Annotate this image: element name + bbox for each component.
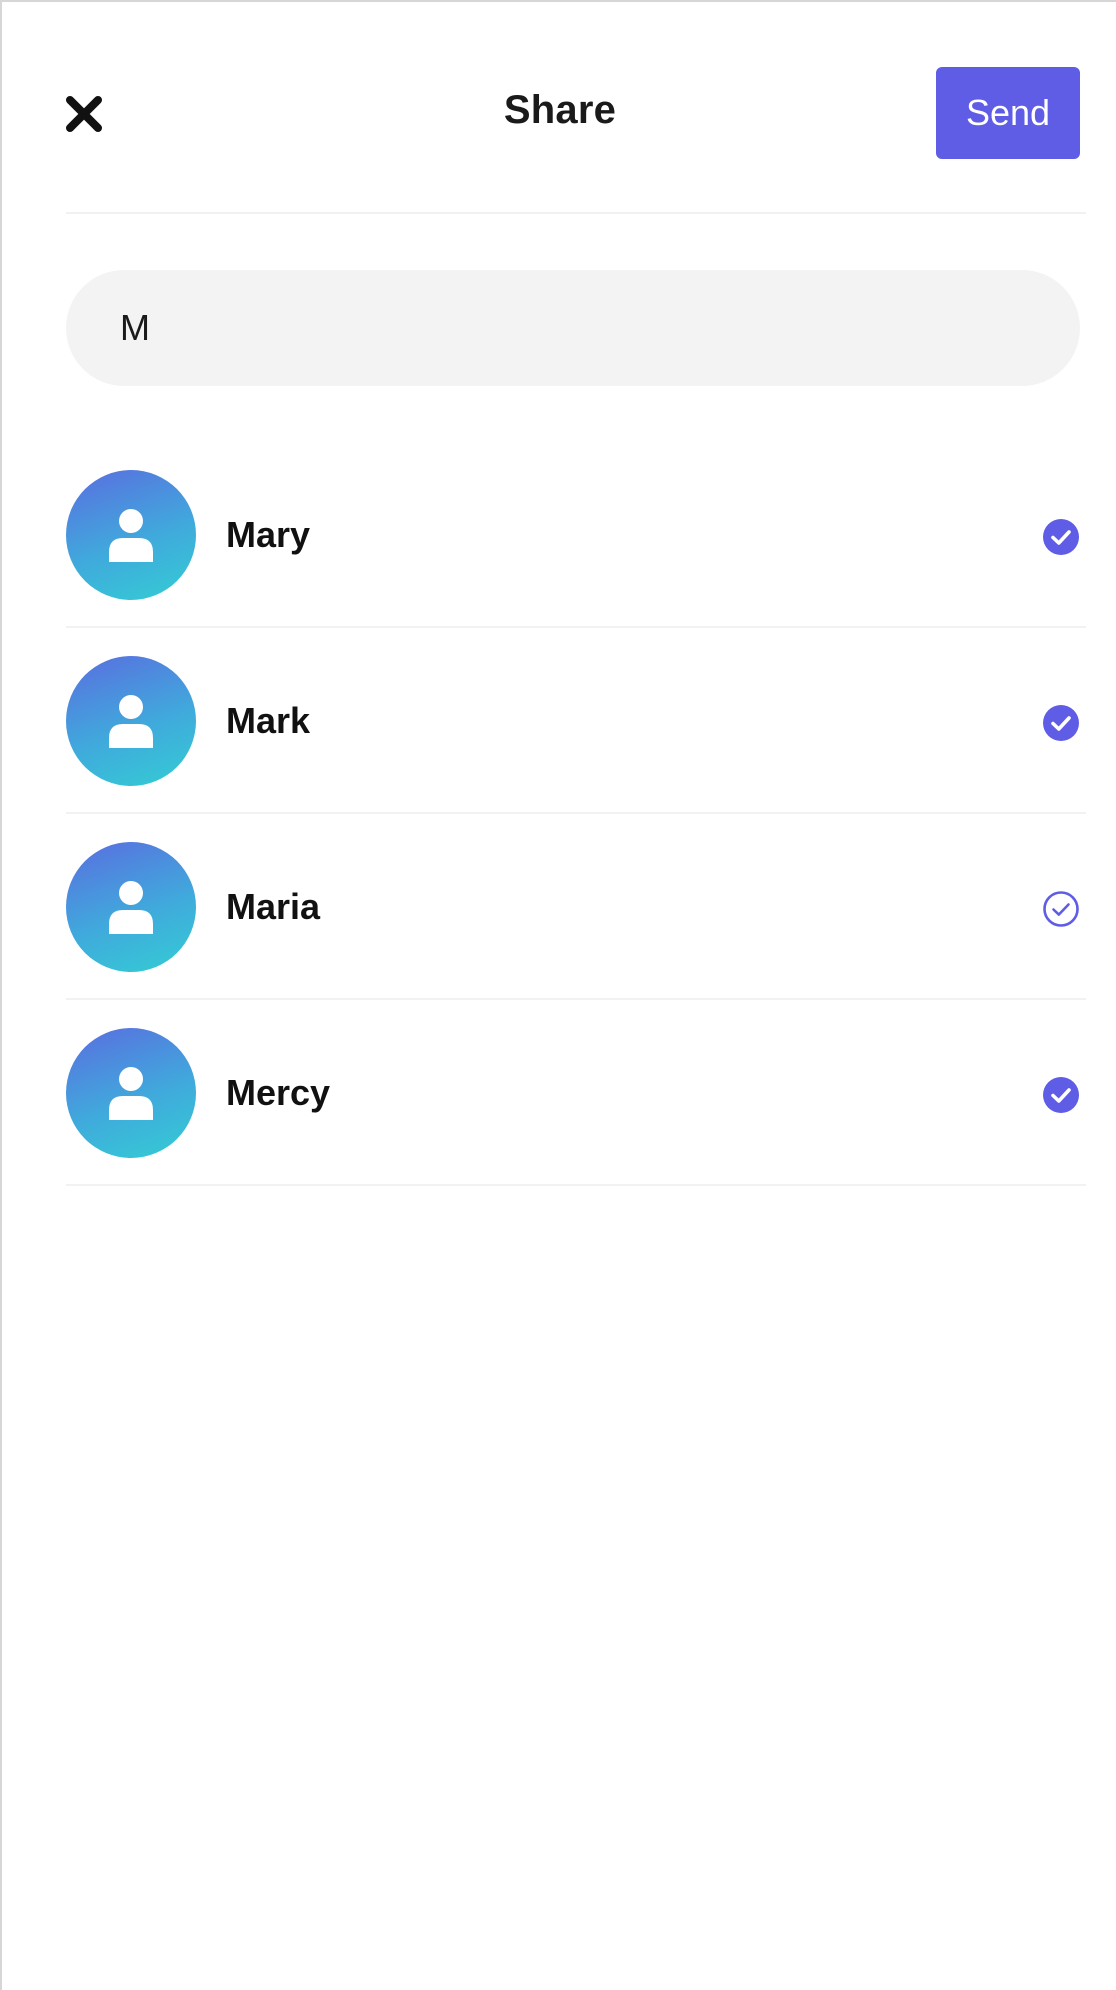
contact-row[interactable]: Maria — [66, 836, 1086, 1022]
user-icon — [109, 695, 153, 748]
avatar — [66, 470, 196, 600]
row-divider — [66, 812, 1086, 814]
user-icon — [109, 881, 153, 934]
contact-row[interactable]: Mark — [66, 650, 1086, 836]
share-screen: Share Send Mary — [0, 0, 1116, 1990]
check-circle-filled-icon[interactable] — [1042, 1076, 1080, 1114]
search-input[interactable] — [120, 270, 1040, 386]
send-button[interactable]: Send — [936, 67, 1080, 159]
contact-name: Mary — [226, 514, 311, 555]
user-icon — [109, 509, 153, 562]
user-icon — [109, 1067, 153, 1120]
avatar — [66, 842, 196, 972]
search-box — [66, 270, 1080, 386]
avatar — [66, 1028, 196, 1158]
check-circle-filled-icon[interactable] — [1042, 518, 1080, 556]
contact-list: Mary Mark Maria Mercy — [66, 464, 1086, 1208]
check-circle-filled-icon[interactable] — [1042, 704, 1080, 742]
contact-name: Mercy — [226, 1072, 331, 1113]
header: Share Send — [2, 2, 1116, 214]
header-divider — [66, 212, 1086, 214]
row-divider — [66, 998, 1086, 1000]
contact-name: Maria — [226, 886, 321, 927]
contact-name: Mark — [226, 700, 311, 741]
contact-row[interactable]: Mary — [66, 464, 1086, 650]
check-circle-outline-icon[interactable] — [1042, 890, 1080, 928]
contact-row[interactable]: Mercy — [66, 1022, 1086, 1208]
avatar — [66, 656, 196, 786]
row-divider — [66, 626, 1086, 628]
row-divider — [66, 1184, 1086, 1186]
